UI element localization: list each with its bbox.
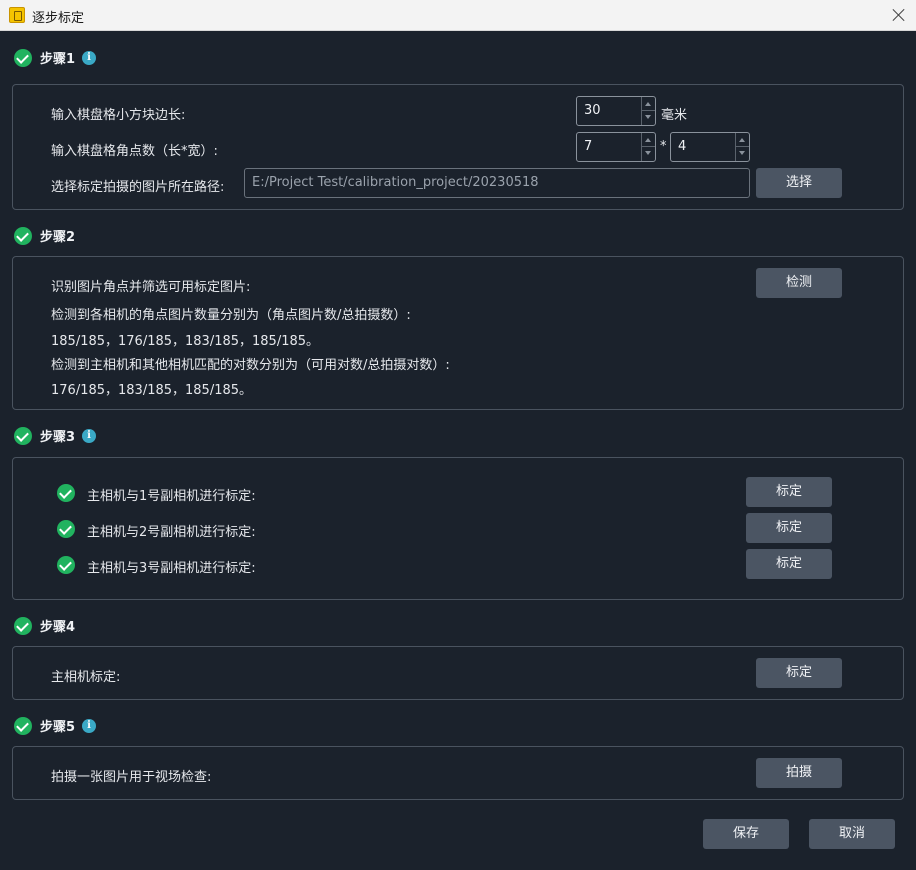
spin-down-icon[interactable] (642, 111, 655, 125)
step1-panel: 输入棋盘格小方块边长: 30 毫米 输入棋盘格角点数（长*宽）: 7 * 4 选… (12, 84, 904, 210)
corners-length-value: 7 (584, 139, 593, 154)
square-size-unit: 毫米 (661, 108, 688, 123)
title-bar: 逐步标定 (0, 0, 916, 31)
step4-panel: 主相机标定: 标定 (12, 646, 904, 700)
corner-count-values: 185/185，176/185，183/185，185/185。 (51, 334, 320, 349)
pair-count-text: 检测到主相机和其他相机匹配的对数分别为（可用对数/总拍摄对数）: (51, 358, 450, 373)
step1-title: 步骤1 (40, 52, 76, 67)
close-icon[interactable] (892, 8, 906, 22)
step3-title: 步骤3 (40, 430, 76, 445)
corner-count-text: 检测到各相机的角点图片数量分别为（角点图片数/总拍摄数）: (51, 308, 411, 323)
calib-item-label: 主相机与3号副相机进行标定: (87, 561, 256, 576)
check-icon (57, 484, 75, 502)
choose-path-button[interactable]: 选择 (756, 168, 842, 198)
step5-title: 步骤5 (40, 720, 76, 735)
spin-up-icon[interactable] (642, 97, 655, 111)
corners-separator: * (660, 139, 667, 154)
calib-item-label: 主相机与2号副相机进行标定: (87, 525, 256, 540)
info-icon[interactable]: i (82, 50, 97, 65)
spin-up-icon[interactable] (642, 133, 655, 147)
corners-width-stepper[interactable]: 4 (670, 132, 750, 162)
calib-item-label: 主相机与1号副相机进行标定: (87, 489, 256, 504)
spin-up-icon[interactable] (736, 133, 749, 147)
calib-cam1-button[interactable]: 标定 (746, 477, 832, 507)
step3-panel: 主相机与1号副相机进行标定: 标定 主相机与2号副相机进行标定: 标定 主相机与… (12, 457, 904, 600)
step3-header: 步骤3 i (14, 426, 97, 446)
info-icon[interactable]: i (82, 718, 97, 733)
corners-label: 输入棋盘格角点数（长*宽）: (51, 144, 218, 159)
main-calib-label: 主相机标定: (51, 670, 121, 685)
calib-cam2-button[interactable]: 标定 (746, 513, 832, 543)
calib-cam3-button[interactable]: 标定 (746, 549, 832, 579)
capture-button[interactable]: 拍摄 (756, 758, 842, 788)
check-icon (14, 48, 32, 67)
path-label: 选择标定拍摄的图片所在路径: (51, 180, 225, 195)
corners-width-value: 4 (678, 139, 687, 154)
app-icon (9, 7, 25, 23)
step2-panel: 识别图片角点并筛选可用标定图片: 检测 检测到各相机的角点图片数量分别为（角点图… (12, 256, 904, 410)
detect-button[interactable]: 检测 (756, 268, 842, 298)
step5-panel: 拍摄一张图片用于视场检查: 拍摄 (12, 746, 904, 800)
check-icon (14, 226, 32, 245)
save-button[interactable]: 保存 (703, 819, 789, 849)
check-icon (57, 556, 75, 574)
step5-header: 步骤5 i (14, 716, 97, 736)
spin-down-icon[interactable] (642, 147, 655, 161)
step2-header: 步骤2 (14, 226, 75, 246)
step4-title: 步骤4 (40, 620, 76, 635)
check-icon (14, 426, 32, 445)
square-size-label: 输入棋盘格小方块边长: (51, 108, 186, 123)
window-title: 逐步标定 (32, 11, 85, 26)
check-icon (57, 520, 75, 538)
cancel-button[interactable]: 取消 (809, 819, 895, 849)
info-icon[interactable]: i (82, 428, 97, 443)
square-size-stepper[interactable]: 30 (576, 96, 656, 126)
check-icon (14, 616, 32, 635)
capture-label: 拍摄一张图片用于视场检查: (51, 770, 212, 785)
main-calib-button[interactable]: 标定 (756, 658, 842, 688)
pair-count-values: 176/185，183/185，185/185。 (51, 383, 253, 398)
check-icon (14, 716, 32, 735)
step2-title: 步骤2 (40, 230, 76, 245)
step1-header: 步骤1 i (14, 48, 97, 68)
step4-header: 步骤4 (14, 616, 75, 636)
path-input[interactable]: E:/Project Test/calibration_project/2023… (244, 168, 750, 198)
corners-length-stepper[interactable]: 7 (576, 132, 656, 162)
spin-down-icon[interactable] (736, 147, 749, 161)
detect-label: 识别图片角点并筛选可用标定图片: (51, 280, 251, 295)
square-size-value: 30 (584, 103, 601, 118)
